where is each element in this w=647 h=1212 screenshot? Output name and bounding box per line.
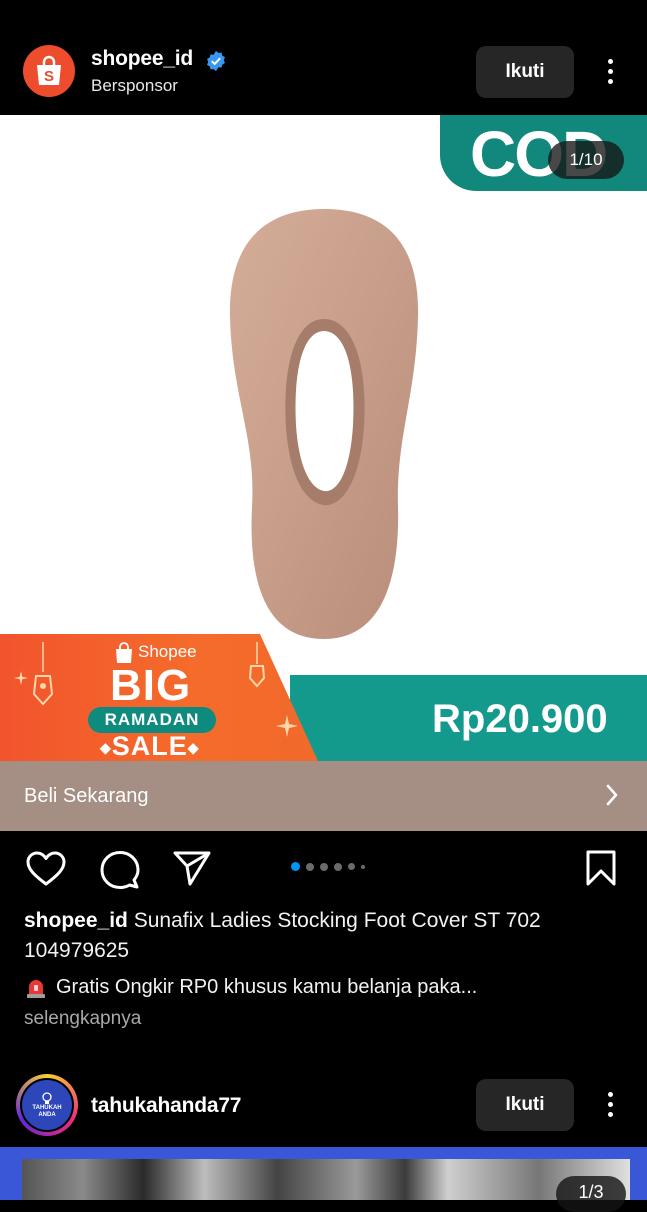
sparkle-icon [276, 715, 298, 737]
story-ring[interactable]: TAHUKAH ANDA [16, 1074, 78, 1136]
carousel-dot [334, 862, 342, 871]
carousel-indicator [291, 862, 365, 871]
promo-brand: Shopee [138, 642, 197, 661]
promo-line-text: Gratis Ongkir RP0 khusus kamu belanja pa… [56, 975, 478, 998]
save-bookmark-icon[interactable] [585, 849, 617, 887]
comment-icon[interactable] [100, 850, 140, 890]
cta-label: Beli Sekarang [24, 785, 149, 807]
ad-image[interactable]: COD 1/10 Rp20.900 Shopee BIG RAMADAN ◆SA… [0, 115, 647, 761]
lantern-icon [32, 642, 54, 706]
post-caption: shopee_id Sunafix Ladies Stocking Foot C… [24, 906, 624, 966]
like-heart-icon[interactable] [26, 851, 66, 887]
avatar-text-line1: TAHUKAH [32, 1105, 62, 1111]
promo-sale-text: SALE [111, 731, 188, 761]
carousel-dot [348, 863, 355, 870]
carousel-dot [361, 864, 365, 869]
shopee-bag-icon: S [37, 55, 61, 85]
media-page-counter: 1/3 [556, 1176, 626, 1212]
post-photo [22, 1159, 630, 1200]
avatar-text-line2: ANDA [38, 1112, 56, 1118]
post-username[interactable]: tahukahanda77 [91, 1094, 241, 1118]
lantern-icon [248, 642, 266, 688]
svg-text:S: S [44, 68, 54, 85]
price-label: Rp20.900 [432, 697, 608, 741]
siren-emoji-icon [27, 980, 45, 998]
promo-sale: ◆SALE◆ [100, 731, 200, 761]
carousel-dot [320, 862, 328, 871]
verified-badge-icon [207, 50, 225, 72]
follow-button[interactable]: Ikuti [476, 46, 574, 98]
sponsored-label: Bersponsor [91, 76, 178, 95]
tahukahanda-avatar: TAHUKAH ANDA [22, 1080, 72, 1130]
sparkle-icon [14, 671, 28, 685]
foot-cover-product-image [229, 209, 419, 639]
promo-ramadan: RAMADAN [88, 707, 216, 733]
follow-button[interactable]: Ikuti [476, 1079, 574, 1131]
see-more-link[interactable]: selengkapnya [24, 1008, 141, 1030]
media-page-counter: 1/10 [548, 141, 624, 179]
more-options-icon[interactable] [598, 1092, 622, 1117]
caption-username[interactable]: shopee_id [24, 909, 128, 932]
carousel-dot-active [291, 862, 300, 871]
caption-promo-line: Gratis Ongkir RP0 khusus kamu belanja pa… [24, 975, 477, 999]
carousel-dot [306, 862, 314, 871]
lightbulb-icon [42, 1092, 52, 1104]
post-username[interactable]: shopee_id [91, 47, 193, 71]
buy-now-cta[interactable]: Beli Sekarang [0, 761, 647, 831]
share-send-icon[interactable] [172, 850, 212, 886]
shopee-avatar[interactable]: S [23, 45, 75, 97]
chevron-right-icon [606, 784, 618, 806]
promo-big: BIG [110, 661, 192, 710]
more-options-icon[interactable] [598, 59, 622, 84]
